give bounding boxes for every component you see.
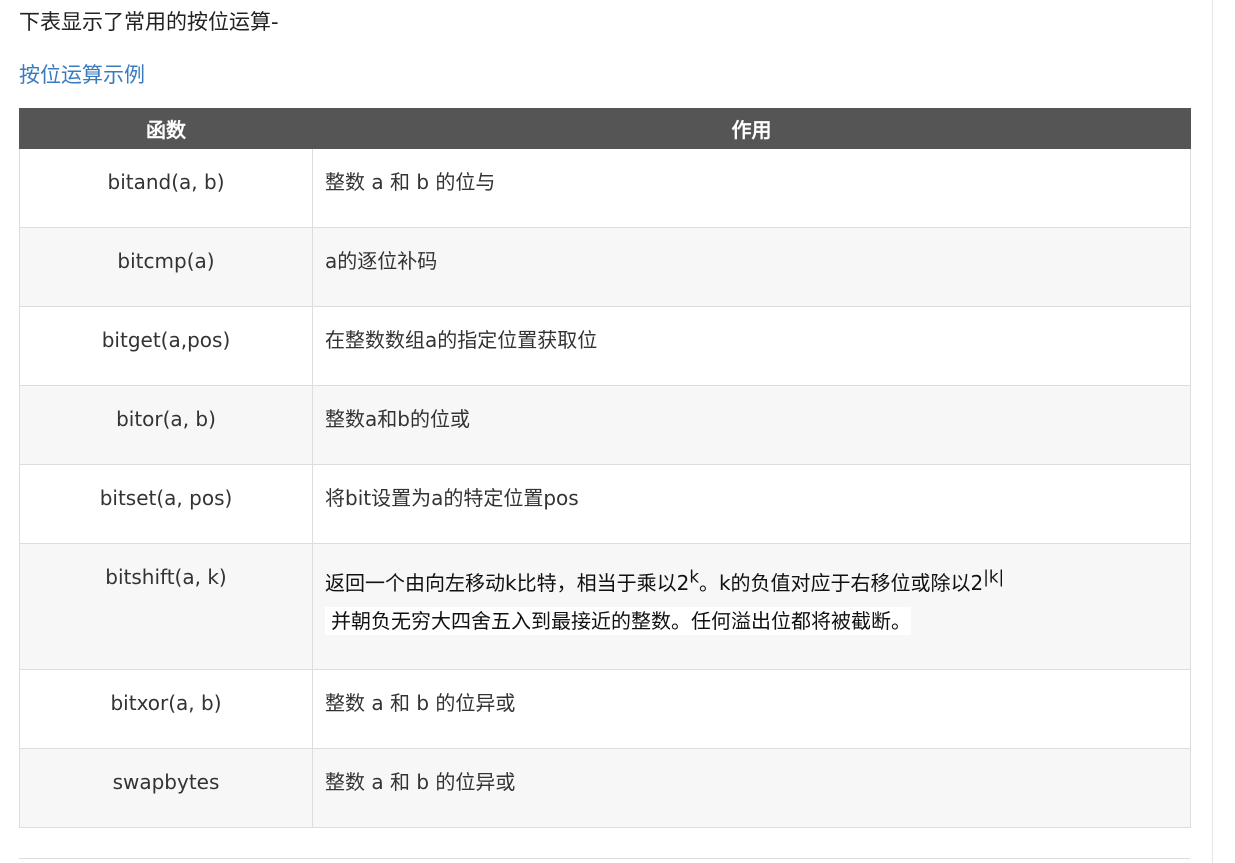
intro-text: 下表显示了常用的按位运算- [19, 10, 279, 34]
function-cell: bitand(a, b) [19, 148, 313, 228]
table-row: swapbytes 整数 a 和 b 的位异或 [19, 748, 1191, 828]
function-cell: bitxor(a, b) [19, 669, 313, 749]
bitwise-ops-table: 函数 作用 bitand(a, b) 整数 a 和 b 的位与 bitcmp(a… [19, 108, 1191, 828]
description-cell: 整数 a 和 b 的位异或 [312, 748, 1191, 828]
table-row: bitcmp(a) a的逐位补码 [19, 227, 1191, 307]
description-cell: 整数a和b的位或 [312, 385, 1191, 465]
table-header-row: 函数 作用 [19, 108, 1191, 149]
function-cell: bitget(a,pos) [19, 306, 313, 386]
table-row: bitxor(a, b) 整数 a 和 b 的位异或 [19, 669, 1191, 749]
description-cell: 在整数数组a的指定位置获取位 [312, 306, 1191, 386]
description-cell: 整数 a 和 b 的位与 [312, 148, 1191, 228]
description-cell: a的逐位补码 [312, 227, 1191, 307]
function-cell: swapbytes [19, 748, 313, 828]
exponent-k: k [689, 567, 699, 586]
description-cell: 将bit设置为a的特定位置pos [312, 464, 1191, 544]
description-line-2: 并朝负无穷大四舍五入到最接近的整数。任何溢出位都将被截断。 [325, 606, 911, 635]
function-cell: bitshift(a, k) [19, 543, 313, 670]
table-row: bitor(a, b) 整数a和b的位或 [19, 385, 1191, 465]
function-cell: bitcmp(a) [19, 227, 313, 307]
function-cell: bitset(a, pos) [19, 464, 313, 544]
table-row: bitand(a, b) 整数 a 和 b 的位与 [19, 148, 1191, 228]
description-cell: 返回一个由向左移动k比特，相当于乘以2k。k的负值对应于右移位或除以2|k| 并… [312, 543, 1191, 670]
column-header-purpose: 作用 [312, 108, 1191, 149]
divider [19, 858, 1190, 859]
description-line-1: 返回一个由向左移动k比特，相当于乘以2k。k的负值对应于右移位或除以2|k| [325, 567, 1005, 595]
table-row: bitget(a,pos) 在整数数组a的指定位置获取位 [19, 306, 1191, 386]
exponent-abs-k: |k| [983, 567, 1005, 586]
page: 下表显示了常用的按位运算- 按位运算示例 函数 作用 bitand(a, b) … [0, 0, 1235, 863]
table-row: bitset(a, pos) 将bit设置为a的特定位置pos [19, 464, 1191, 544]
divider [1212, 0, 1213, 863]
table-row: bitshift(a, k) 返回一个由向左移动k比特，相当于乘以2k。k的负值… [19, 543, 1191, 670]
example-link[interactable]: 按位运算示例 [19, 60, 145, 90]
description-cell: 整数 a 和 b 的位异或 [312, 669, 1191, 749]
function-cell: bitor(a, b) [19, 385, 313, 465]
column-header-function: 函数 [19, 108, 313, 149]
